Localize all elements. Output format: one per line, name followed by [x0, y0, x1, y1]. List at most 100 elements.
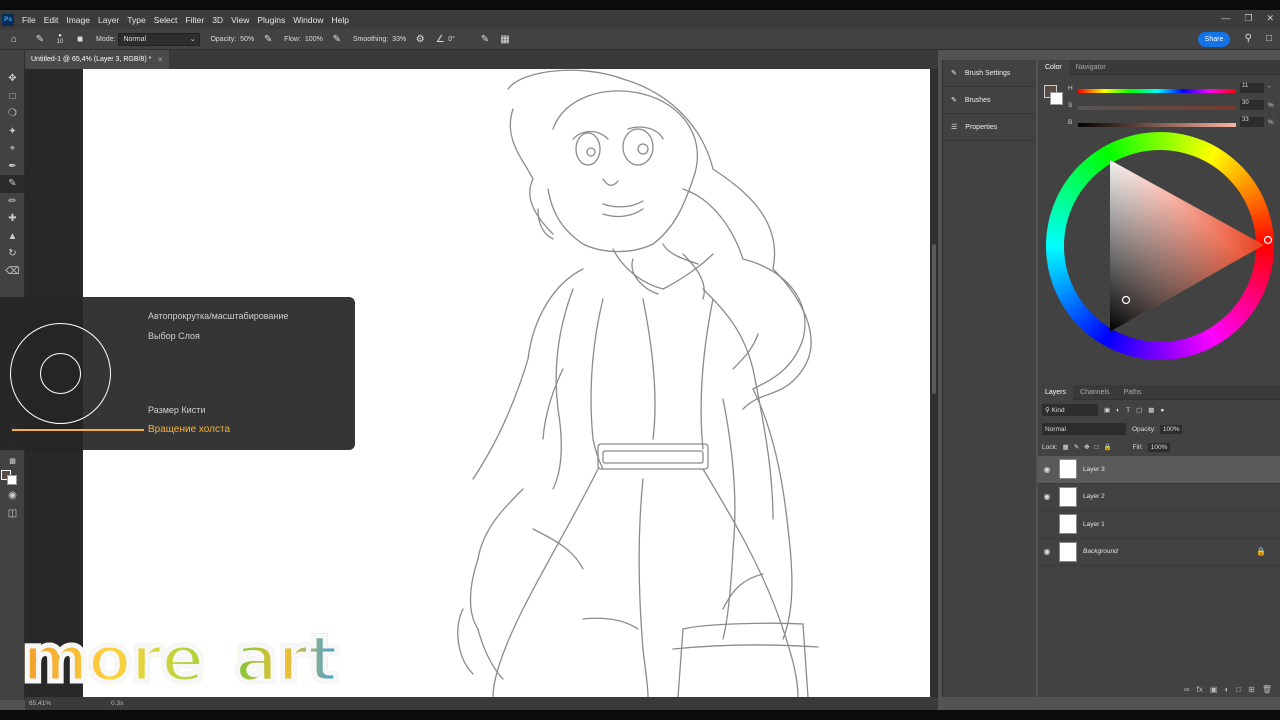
- color-wheel[interactable]: [1046, 132, 1274, 360]
- minimize-icon[interactable]: —: [1221, 13, 1230, 24]
- new-layer-icon[interactable]: ⊞: [1248, 685, 1255, 694]
- blend-mode-select[interactable]: Normal: [1042, 423, 1126, 435]
- eye-icon[interactable]: ◉: [1038, 465, 1056, 474]
- layer-opacity-value[interactable]: 100%: [1159, 424, 1183, 434]
- filter-adjustment-icon[interactable]: ◐: [1116, 407, 1120, 414]
- home-icon[interactable]: ⌂: [8, 33, 20, 45]
- angle-value[interactable]: 0°: [448, 36, 455, 43]
- new-adjustment-icon[interactable]: ◐: [1224, 685, 1229, 694]
- share-button[interactable]: Share: [1198, 32, 1230, 47]
- delete-layer-icon[interactable]: 🗑: [1262, 685, 1272, 694]
- filter-shape-icon[interactable]: ▢: [1136, 406, 1142, 414]
- gesture-item-select-layer[interactable]: Выбор Слоя: [148, 331, 200, 341]
- lock-artboard-icon[interactable]: □: [1095, 444, 1099, 451]
- restore-icon[interactable]: ❐: [1244, 13, 1252, 24]
- eraser-tool-icon[interactable]: ⌫: [0, 263, 25, 281]
- filter-pixel-icon[interactable]: ▣: [1104, 406, 1110, 414]
- smoothing-settings-icon[interactable]: ⚙: [414, 33, 426, 45]
- new-group-icon[interactable]: □: [1236, 685, 1241, 694]
- lasso-tool-icon[interactable]: ❍: [0, 105, 25, 123]
- brush-tool-icon[interactable]: ✎: [34, 33, 46, 45]
- brightness-slider[interactable]: [1078, 123, 1236, 127]
- layer-row-layer-1[interactable]: Layer 1: [1038, 511, 1280, 539]
- properties-panel-button[interactable]: ☰ Properties: [943, 114, 1036, 141]
- eye-icon[interactable]: ◉: [1038, 547, 1056, 556]
- filter-type-icon[interactable]: T: [1126, 407, 1130, 414]
- close-tab-icon[interactable]: ✕: [157, 56, 163, 64]
- healing-tool-icon[interactable]: ✚: [0, 210, 25, 228]
- document-tab[interactable]: Untitled-1 @ 65,4% (Layer 3, RGB/8) * ✕: [25, 50, 170, 69]
- tab-layers[interactable]: Layers: [1038, 384, 1074, 400]
- gesture-item-rotate-canvas[interactable]: Вращение холста: [148, 424, 230, 435]
- saturation-value[interactable]: 30: [1240, 100, 1264, 110]
- history-brush-tool-icon[interactable]: ↻: [0, 245, 25, 263]
- layer-row-background[interactable]: ◉ Background 🔒: [1038, 539, 1280, 566]
- crop-tool-icon[interactable]: ⌖: [0, 140, 25, 158]
- menu-view[interactable]: View: [227, 15, 253, 25]
- lock-all-icon[interactable]: 🔒: [1104, 443, 1112, 451]
- color-triangle[interactable]: [1046, 132, 1274, 360]
- lock-pixels-icon[interactable]: ✎: [1074, 443, 1079, 451]
- layer-row-layer-3[interactable]: ◉ Layer 3: [1038, 456, 1280, 484]
- default-colors-icon[interactable]: ▩: [0, 455, 25, 467]
- menu-help[interactable]: Help: [327, 15, 352, 25]
- filter-toggle-icon[interactable]: ●: [1160, 407, 1164, 414]
- tab-channels[interactable]: Channels: [1073, 389, 1117, 396]
- color-swatches-icon[interactable]: [0, 467, 25, 487]
- brush-panel-toggle-icon[interactable]: ■: [74, 33, 86, 45]
- canvas-vertical-scrollbar[interactable]: [930, 69, 938, 697]
- clone-stamp-tool-icon[interactable]: ▲: [0, 228, 25, 246]
- menu-3d[interactable]: 3D: [208, 15, 227, 25]
- menu-window[interactable]: Window: [289, 15, 327, 25]
- saturation-slider[interactable]: [1078, 106, 1236, 110]
- gesture-item-brush-size[interactable]: Размер Кисти: [148, 405, 205, 415]
- marquee-tool-icon[interactable]: □: [0, 88, 25, 106]
- add-mask-icon[interactable]: ▣: [1210, 685, 1218, 694]
- hue-value[interactable]: 11: [1240, 83, 1264, 93]
- menu-type[interactable]: Type: [123, 15, 149, 25]
- zoom-level[interactable]: 65,41%: [29, 700, 51, 707]
- scrollbar-thumb[interactable]: [932, 244, 936, 394]
- layer-style-icon[interactable]: fx: [1197, 685, 1203, 694]
- hue-slider[interactable]: [1078, 89, 1236, 93]
- layer-row-layer-2[interactable]: ◉ Layer 2: [1038, 484, 1280, 511]
- move-tool-icon[interactable]: ✥: [0, 70, 25, 88]
- tab-paths[interactable]: Paths: [1117, 389, 1149, 396]
- filter-smart-icon[interactable]: ▩: [1148, 406, 1154, 414]
- tab-color[interactable]: Color: [1038, 59, 1069, 75]
- eye-icon[interactable]: ◉: [1038, 492, 1056, 501]
- menu-filter[interactable]: Filter: [181, 15, 208, 25]
- mode-select[interactable]: Normal ⌄: [118, 32, 201, 46]
- search-icon[interactable]: ⚲: [1245, 33, 1252, 44]
- brushes-panel-button[interactable]: ✎ Brushes: [943, 87, 1036, 114]
- pencil-tool-icon[interactable]: ✏: [0, 193, 25, 211]
- menu-file[interactable]: File: [18, 15, 40, 25]
- menu-edit[interactable]: Edit: [40, 15, 63, 25]
- opacity-value[interactable]: 50%: [240, 36, 254, 43]
- lock-position-icon[interactable]: ✥: [1084, 443, 1089, 451]
- background-color-swatch[interactable]: [1050, 92, 1063, 105]
- flow-value[interactable]: 100%: [305, 36, 323, 43]
- magic-wand-tool-icon[interactable]: ✦: [0, 123, 25, 141]
- layer-kind-filter[interactable]: ⚲ Kind: [1042, 404, 1098, 416]
- menu-image[interactable]: Image: [62, 15, 94, 25]
- close-icon[interactable]: ✕: [1266, 13, 1274, 24]
- lock-transparency-icon[interactable]: ▦: [1063, 443, 1069, 451]
- link-layers-icon[interactable]: ∞: [1184, 685, 1190, 694]
- pressure-size-icon[interactable]: ✎: [479, 33, 491, 45]
- fill-value[interactable]: 100%: [1147, 442, 1171, 452]
- menu-plugins[interactable]: Plugins: [253, 15, 289, 25]
- pressure-opacity-icon[interactable]: ✎: [262, 33, 274, 45]
- menu-select[interactable]: Select: [150, 15, 182, 25]
- screen-mode-icon[interactable]: ◫: [0, 505, 25, 523]
- brush-preset-icon[interactable]: ● 10: [54, 33, 66, 45]
- eyedropper-tool-icon[interactable]: ✒: [0, 158, 25, 176]
- workspace-icon[interactable]: □: [1266, 33, 1272, 44]
- symmetry-icon[interactable]: ▦: [499, 33, 511, 45]
- brightness-value[interactable]: 33: [1240, 117, 1264, 127]
- brush-tool-icon[interactable]: ✎: [0, 175, 25, 193]
- brush-settings-panel-button[interactable]: ✎ Brush Settings: [943, 60, 1036, 87]
- quick-mask-icon[interactable]: ◉: [0, 487, 25, 505]
- airbrush-icon[interactable]: ✎: [331, 33, 343, 45]
- menu-layer[interactable]: Layer: [94, 15, 123, 25]
